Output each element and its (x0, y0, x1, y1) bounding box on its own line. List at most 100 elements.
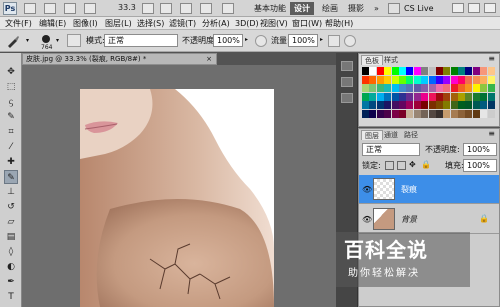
color-swatch[interactable] (480, 92, 488, 101)
color-swatch[interactable] (391, 75, 399, 84)
menu-analysis[interactable]: 分析(A) (200, 17, 232, 30)
workspace-essentials[interactable]: 基本功能 (250, 2, 290, 15)
cs-live-label[interactable]: CS Live (404, 4, 434, 13)
visibility-eye-icon[interactable]: 👁 (362, 185, 372, 194)
opacity-arrow-icon[interactable]: ▸ (245, 36, 248, 43)
menu-layer[interactable]: 图层(L) (103, 17, 134, 30)
clone-stamp-tool-icon[interactable]: ⊥ (4, 185, 18, 199)
color-swatch[interactable] (362, 67, 369, 75)
color-swatch[interactable] (369, 101, 377, 110)
character-panel-icon[interactable] (341, 93, 353, 103)
workspace-more[interactable]: » (370, 2, 383, 15)
menu-filter[interactable]: 滤镜(T) (167, 17, 198, 30)
color-swatch[interactable] (413, 67, 421, 75)
color-swatch[interactable] (450, 84, 458, 93)
lock-position-icon[interactable]: ✥ (409, 160, 416, 169)
workspace-painting[interactable]: 绘画 (318, 2, 342, 15)
color-swatch[interactable] (391, 92, 399, 101)
color-swatch[interactable] (398, 84, 406, 93)
color-swatch[interactable] (465, 75, 473, 84)
color-swatch[interactable] (406, 84, 414, 93)
workspace-photography[interactable]: 摄影 (344, 2, 368, 15)
tab-styles[interactable]: 样式 (381, 55, 401, 65)
color-swatch[interactable] (384, 75, 392, 84)
color-swatch[interactable] (413, 75, 421, 84)
color-swatch[interactable] (458, 109, 466, 118)
dodge-tool-icon[interactable]: ◐ (4, 260, 18, 274)
color-swatch[interactable] (428, 92, 436, 101)
color-swatch[interactable] (450, 75, 458, 84)
brush-tool-icon[interactable] (6, 34, 20, 48)
pressure-size-icon[interactable] (344, 35, 356, 47)
zoom-tool-icon[interactable] (160, 3, 172, 14)
color-swatch[interactable] (487, 101, 495, 110)
quick-select-tool-icon[interactable]: ✎ (4, 110, 18, 124)
color-swatch[interactable] (458, 67, 466, 75)
tab-swatches[interactable]: 色板 (361, 55, 383, 65)
history-panel-icon[interactable] (341, 61, 353, 71)
type-tool-icon[interactable]: T (4, 290, 18, 304)
color-swatch[interactable] (428, 75, 436, 84)
color-swatch[interactable] (398, 75, 406, 84)
color-swatch[interactable] (398, 67, 406, 75)
gradient-tool-icon[interactable]: ▤ (4, 230, 18, 244)
color-swatch[interactable] (384, 84, 392, 93)
color-swatch[interactable] (428, 109, 436, 118)
color-swatch[interactable] (421, 75, 429, 84)
color-swatch[interactable] (398, 101, 406, 110)
color-swatch[interactable] (376, 84, 384, 93)
crop-tool-icon[interactable]: ⌗ (4, 125, 18, 139)
color-swatch[interactable] (458, 84, 466, 93)
view-extras-icon[interactable] (64, 3, 76, 14)
color-swatch[interactable] (376, 67, 384, 75)
menu-file[interactable]: 文件(F) (3, 17, 34, 30)
color-swatch[interactable] (398, 92, 406, 101)
color-swatch[interactable] (369, 67, 377, 75)
layer-row[interactable]: 👁 裂痕 (359, 175, 499, 204)
color-swatch[interactable] (413, 101, 421, 110)
color-swatch[interactable] (472, 75, 480, 84)
color-swatch[interactable] (487, 84, 495, 93)
lock-all-icon[interactable]: 🔒 (421, 160, 431, 169)
color-swatch[interactable] (428, 101, 436, 110)
color-swatch[interactable] (384, 109, 392, 118)
cs-live-icon[interactable] (388, 3, 400, 14)
color-swatch[interactable] (406, 101, 414, 110)
fill-input[interactable]: 100% (463, 159, 497, 172)
color-swatch[interactable] (443, 101, 451, 110)
color-swatch[interactable] (362, 101, 369, 110)
color-swatch[interactable] (472, 67, 480, 75)
color-swatch[interactable] (443, 75, 451, 84)
workspace-design[interactable]: 设计 (290, 2, 314, 15)
color-swatch[interactable] (391, 109, 399, 118)
color-swatch[interactable] (413, 109, 421, 118)
color-swatch[interactable] (362, 92, 369, 101)
hand-tool-icon[interactable] (142, 3, 154, 14)
color-swatch[interactable] (458, 75, 466, 84)
close-document-icon[interactable]: × (206, 54, 212, 64)
color-swatch[interactable] (450, 109, 458, 118)
color-swatch[interactable] (406, 92, 414, 101)
color-swatch[interactable] (369, 109, 377, 118)
zoom-level[interactable]: 33.3 (118, 3, 136, 12)
color-swatch[interactable] (376, 101, 384, 110)
marquee-tool-icon[interactable]: ⬚ (4, 80, 18, 94)
layer-name[interactable]: 背景 (401, 214, 417, 225)
color-swatch[interactable] (480, 67, 488, 75)
color-swatch[interactable] (435, 101, 443, 110)
color-swatch[interactable] (465, 92, 473, 101)
swatches-menu-icon[interactable]: ≡ (488, 54, 495, 63)
pen-tool-icon[interactable]: ✒ (4, 275, 18, 289)
color-swatch[interactable] (465, 67, 473, 75)
menu-view[interactable]: 视图(V) (258, 17, 290, 30)
color-swatch[interactable] (384, 101, 392, 110)
document-tab[interactable]: 皮肤.jpg @ 33.3% (裂痕, RGB/8#) * × (22, 53, 217, 65)
zoom-level-icon[interactable] (84, 3, 96, 14)
menu-window[interactable]: 窗口(W) (290, 17, 324, 30)
color-swatch[interactable] (369, 84, 377, 93)
color-swatch[interactable] (458, 101, 466, 110)
color-swatch[interactable] (376, 92, 384, 101)
color-swatch[interactable] (384, 67, 392, 75)
tab-channels[interactable]: 通道 (381, 130, 401, 140)
blend-mode-select[interactable]: 正常 (362, 143, 420, 156)
